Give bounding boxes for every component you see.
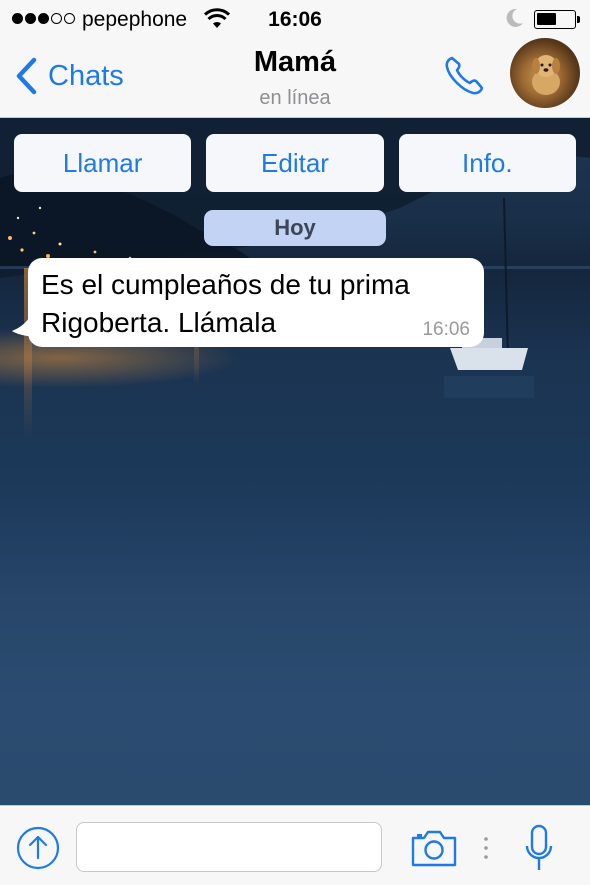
nav-bar: Chats Mamá en línea — [0, 38, 590, 118]
input-bar — [0, 805, 590, 885]
contact-actions: Llamar Editar Info. — [14, 134, 576, 194]
chat-background: Llamar Editar Info. Hoy Es el cumpleaños… — [0, 118, 590, 805]
phone-icon[interactable] — [440, 52, 488, 100]
date-separator: Hoy — [204, 210, 386, 246]
message-time: 16:06 — [422, 319, 470, 340]
camera-icon[interactable] — [410, 828, 458, 868]
moon-icon — [506, 8, 523, 27]
battery-tip — [577, 16, 580, 23]
status-bar: pepephone 16:06 — [0, 0, 590, 38]
message-text: Es el cumpleaños de tu prima Rigoberta. … — [41, 269, 410, 338]
battery-icon — [534, 10, 576, 29]
message-bubble: Es el cumpleaños de tu prima Rigoberta. … — [28, 258, 484, 347]
message-input[interactable] — [76, 822, 382, 872]
message-incoming[interactable]: Es el cumpleaños de tu prima Rigoberta. … — [10, 258, 486, 348]
info-button[interactable]: Info. — [398, 134, 576, 192]
share-icon[interactable] — [16, 826, 60, 870]
contact-name[interactable]: Mamá — [0, 46, 590, 79]
contact-status: en línea — [259, 87, 331, 109]
call-button[interactable]: Llamar — [14, 134, 192, 192]
edit-button[interactable]: Editar — [206, 134, 384, 192]
status-time: 16:06 — [268, 8, 322, 31]
avatar[interactable] — [510, 38, 580, 108]
microphone-icon[interactable] — [524, 824, 554, 874]
separator-dots — [484, 837, 488, 859]
battery-level — [537, 13, 556, 25]
dog-photo — [532, 55, 560, 95]
